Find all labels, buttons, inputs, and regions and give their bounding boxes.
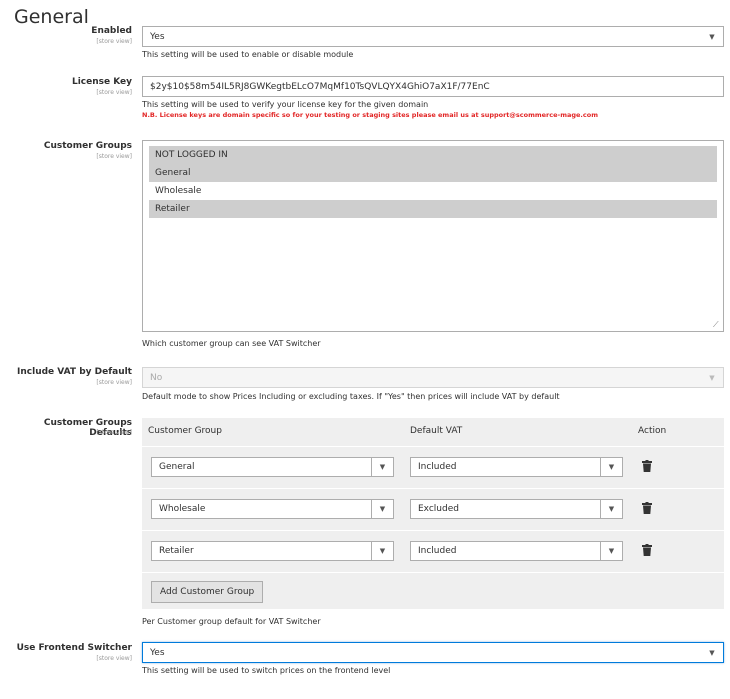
section-title: General (14, 6, 89, 28)
chevron-down-icon[interactable]: ▼ (371, 542, 393, 560)
option-not-logged-in[interactable]: NOT LOGGED IN (149, 146, 717, 164)
customer-groups-scope: [store view] (96, 153, 132, 160)
vat-select[interactable]: Included ▼ (410, 541, 623, 561)
license-key-input[interactable]: $2y$10$58m54IL5RJ8GWKegtbELcO7MqMf10TsQV… (142, 76, 724, 97)
group-value: Wholesale (159, 504, 206, 514)
frontend-switcher-value: Yes (150, 648, 165, 658)
customer-groups-note: Which customer group can see VAT Switche… (142, 339, 321, 348)
vat-value: Included (418, 546, 457, 556)
group-value: General (159, 462, 195, 472)
frontend-switcher-note: This setting will be used to switch pric… (142, 666, 391, 675)
frontend-switcher-select[interactable]: Yes ▼ (142, 642, 724, 663)
enabled-select[interactable]: Yes ▼ (142, 26, 724, 47)
header-action: Action (638, 426, 667, 436)
vat-select[interactable]: Excluded ▼ (410, 499, 623, 519)
chevron-down-icon: ▼ (709, 373, 715, 382)
license-warning: N.B. License keys are domain specific so… (142, 111, 598, 119)
option-wholesale[interactable]: Wholesale (149, 182, 717, 200)
include-vat-note: Default mode to show Prices Including or… (142, 392, 560, 401)
enabled-label: Enabled (91, 26, 132, 36)
include-vat-scope: [store view] (96, 379, 132, 386)
add-customer-group-button[interactable]: Add Customer Group (151, 581, 264, 603)
table-row: Wholesale ▼ Excluded ▼ (142, 488, 724, 530)
trash-icon[interactable] (642, 460, 652, 472)
group-value: Retailer (159, 546, 194, 556)
chevron-down-icon[interactable]: ▼ (600, 500, 622, 518)
group-defaults-scope: [store view] (96, 429, 132, 436)
include-vat-label: Include VAT by Default (17, 367, 132, 377)
license-note: This setting will be used to verify your… (142, 100, 429, 109)
table-row: Retailer ▼ Included ▼ (142, 530, 724, 572)
include-vat-value: No (150, 373, 163, 383)
table-footer: Add Customer Group (142, 572, 724, 610)
option-general[interactable]: General (149, 164, 717, 182)
enabled-scope: [store view] (96, 38, 132, 45)
license-scope: [store view] (96, 89, 132, 96)
vat-value: Included (418, 462, 457, 472)
frontend-switcher-scope: [store view] (96, 655, 132, 662)
group-defaults-table: Customer Group Default VAT Action Genera… (142, 418, 724, 609)
trash-icon[interactable] (642, 544, 652, 556)
header-customer-group: Customer Group (148, 426, 222, 436)
group-select[interactable]: Retailer ▼ (151, 541, 394, 561)
chevron-down-icon[interactable]: ▼ (600, 542, 622, 560)
license-label: License Key (71, 77, 132, 87)
option-retailer[interactable]: Retailer (149, 200, 717, 218)
chevron-down-icon[interactable]: ▼ (371, 500, 393, 518)
group-select[interactable]: Wholesale ▼ (151, 499, 394, 519)
header-default-vat: Default VAT (410, 426, 463, 436)
chevron-down-icon[interactable]: ▼ (701, 643, 723, 662)
include-vat-select: No ▼ (142, 367, 724, 388)
group-select[interactable]: General ▼ (151, 457, 394, 477)
customer-groups-label: Customer Groups (43, 141, 132, 151)
vat-value: Excluded (418, 504, 459, 514)
table-row: General ▼ Included ▼ (142, 446, 724, 488)
vat-select[interactable]: Included ▼ (410, 457, 623, 477)
group-defaults-note: Per Customer group default for VAT Switc… (142, 617, 321, 626)
table-header: Customer Group Default VAT Action (142, 418, 724, 446)
enabled-note: This setting will be used to enable or d… (142, 50, 354, 59)
chevron-down-icon[interactable]: ▼ (371, 458, 393, 476)
chevron-down-icon[interactable]: ▼ (701, 27, 723, 46)
enabled-value: Yes (150, 32, 165, 42)
chevron-down-icon[interactable]: ▼ (600, 458, 622, 476)
customer-groups-multiselect[interactable]: NOT LOGGED IN General Wholesale Retailer… (142, 140, 724, 332)
resize-handle-icon[interactable]: ⟋ (713, 321, 721, 329)
trash-icon[interactable] (642, 502, 652, 514)
frontend-switcher-label: Use Frontend Switcher (16, 643, 132, 653)
